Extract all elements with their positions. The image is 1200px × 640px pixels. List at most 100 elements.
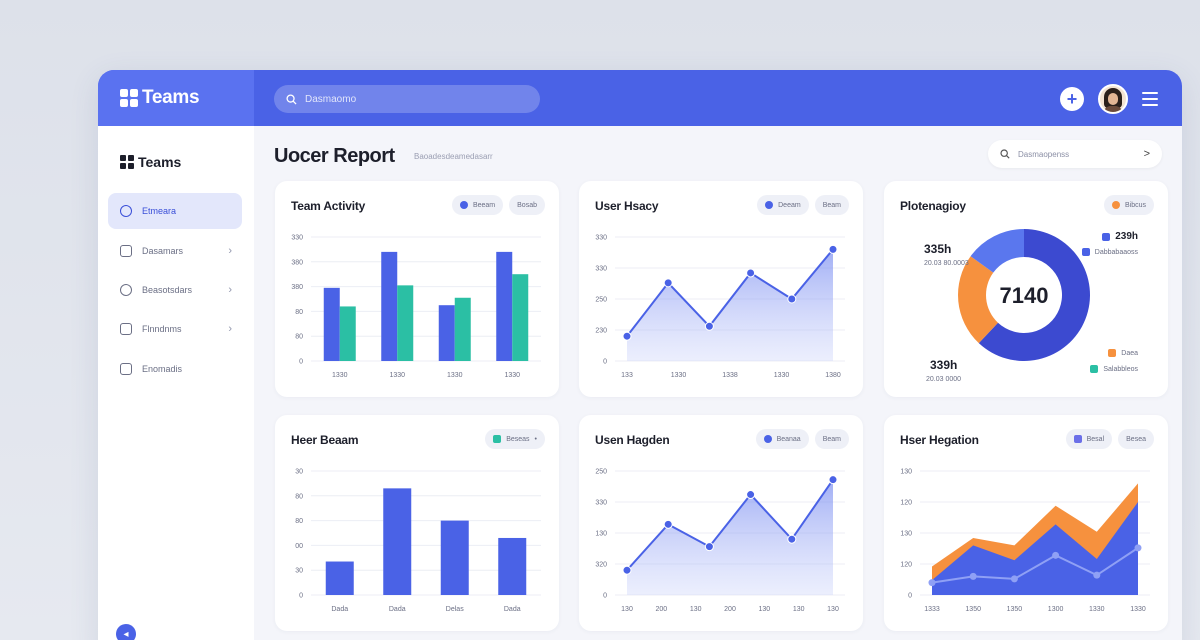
bar	[498, 537, 527, 595]
donut-callout-value: 339h	[930, 358, 957, 372]
folder-icon	[120, 245, 132, 257]
y-tick-label: 80	[295, 493, 303, 500]
donut-legend-item: Salabbleos	[1090, 365, 1138, 373]
chevron-right-icon: ›	[228, 323, 232, 335]
bar	[397, 285, 414, 361]
user-avatar[interactable]	[1098, 84, 1128, 114]
data-point	[1010, 575, 1018, 583]
sidebar-item-4[interactable]: Flnndnms ›	[108, 311, 242, 347]
legend-pill[interactable]: Besal	[1065, 429, 1113, 449]
legend-pill[interactable]: Besea	[1118, 429, 1154, 449]
bar	[454, 297, 471, 361]
y-tick-label: 380	[291, 259, 303, 266]
x-tick-label: 200	[655, 606, 667, 613]
y-tick-label: 230	[595, 328, 607, 335]
x-tick-label: 1330	[389, 372, 405, 379]
chevron-right-icon: ›	[228, 284, 232, 296]
bar	[438, 305, 455, 361]
menu-icon[interactable]	[1142, 92, 1158, 106]
pill-label: Beam	[822, 201, 841, 209]
distribution-card: Plotenagioy Bibcus 7140 335h 20.03 80.0003…	[884, 181, 1168, 397]
x-tick-label: 130	[793, 606, 805, 613]
y-tick-label: 380	[291, 284, 303, 291]
legend-pill[interactable]: Beanaa	[755, 429, 809, 449]
x-tick-label: 1380	[825, 372, 841, 379]
legend-swatch	[1102, 232, 1111, 241]
help-icon[interactable]: ◂	[116, 624, 136, 640]
x-tick-label: 1330	[1130, 606, 1146, 613]
sidebar-item-3[interactable]: Beasotsdars ›	[108, 272, 242, 308]
legend-pill[interactable]: Bosab	[509, 195, 545, 215]
pill-label: Beeam	[472, 201, 496, 209]
pill-label: Beanaa	[776, 435, 801, 443]
y-tick-label: 130	[900, 469, 912, 476]
x-tick-label: 130	[621, 606, 633, 613]
legend-pill[interactable]: Bibcus	[1103, 195, 1154, 215]
bar	[383, 488, 412, 595]
search-bar[interactable]	[274, 85, 540, 113]
card-title: Plotenagioy	[900, 199, 966, 213]
sidebar-brand[interactable]: Teams	[120, 154, 181, 170]
y-tick-label: 00	[295, 543, 303, 550]
x-tick-label: 1330	[332, 372, 348, 379]
bar	[496, 251, 513, 361]
data-point	[746, 268, 756, 278]
add-button[interactable]: +	[1060, 87, 1084, 111]
y-tick-label: 130	[595, 531, 607, 538]
sidebar-item-label: Beasotsdars	[142, 285, 193, 295]
app-brand[interactable]: Teams	[98, 70, 254, 126]
chart-icon	[120, 284, 132, 296]
legend-pill[interactable]: Beseas •	[485, 429, 545, 449]
legend-pill[interactable]: Deeam	[757, 195, 809, 215]
x-tick-label: 130	[758, 606, 770, 613]
bar	[440, 520, 469, 595]
legend-swatch	[1090, 365, 1099, 373]
user-history-chart: 0 230 250 330 330 133 1330 1338 1330 1380	[595, 235, 845, 379]
donut-callout-sub: 20.03 80.0003	[924, 260, 969, 267]
data-point	[622, 565, 632, 575]
legend-dot	[763, 435, 772, 443]
legend-swatch	[1108, 349, 1117, 357]
team-activity-card: Team Activity Beeam Bosab 0 80 80 380 380 330…	[275, 181, 559, 397]
sidebar-item-2[interactable]: Dasamars ›	[108, 233, 242, 269]
y-tick-label: 30	[295, 469, 303, 476]
y-tick-label: 330	[595, 235, 607, 242]
data-point	[969, 572, 977, 580]
x-tick-label: 133	[621, 372, 633, 379]
chevron-right-icon: ›	[228, 245, 232, 257]
y-tick-label: 80	[295, 334, 303, 341]
bar	[381, 251, 398, 361]
legend-pill[interactable]: Beeam	[451, 195, 504, 215]
y-tick-label: 0	[299, 359, 303, 366]
pill-label: Beseas	[506, 435, 530, 443]
y-tick-label: 120	[900, 500, 912, 507]
sidebar-item-label: Flnndnms	[142, 324, 182, 334]
data-point	[1052, 551, 1060, 559]
data-point	[828, 475, 838, 485]
filter-search[interactable]: Dasmaopenss >	[988, 140, 1162, 168]
legend-pill[interactable]: Beam	[814, 195, 849, 215]
team-activity-chart: 0 80 80 380 380 330 1330 1330 1330 1330	[291, 235, 541, 379]
dashboard-icon	[120, 205, 132, 217]
y-tick-label: 330	[595, 266, 607, 273]
data-point	[704, 321, 714, 331]
y-tick-label: 0	[603, 359, 607, 366]
data-point	[828, 244, 838, 254]
legend-swatch	[493, 435, 502, 443]
legend-pill[interactable]: Beam	[814, 429, 849, 449]
sidebar-item-1[interactable]: Etmeara	[108, 193, 242, 229]
donut-legend-top-label: Dabbabaaoss	[1081, 248, 1138, 256]
x-tick-label: 1300	[1048, 606, 1064, 613]
data-point	[746, 490, 756, 500]
donut-legend-top: 239h	[1102, 231, 1138, 242]
x-tick-label: 1350	[965, 606, 981, 613]
pill-label: Besea	[1126, 435, 1146, 443]
x-tick-label: 1338	[722, 372, 738, 379]
data-point	[704, 542, 714, 552]
y-tick-label: 0	[908, 593, 912, 600]
x-tick-label: 1330	[504, 372, 520, 379]
sidebar-item-5[interactable]: Enomadis	[108, 351, 242, 387]
y-tick-label: 80	[295, 518, 303, 525]
search-input[interactable]	[305, 93, 505, 105]
x-tick-label: 1330	[774, 372, 790, 379]
